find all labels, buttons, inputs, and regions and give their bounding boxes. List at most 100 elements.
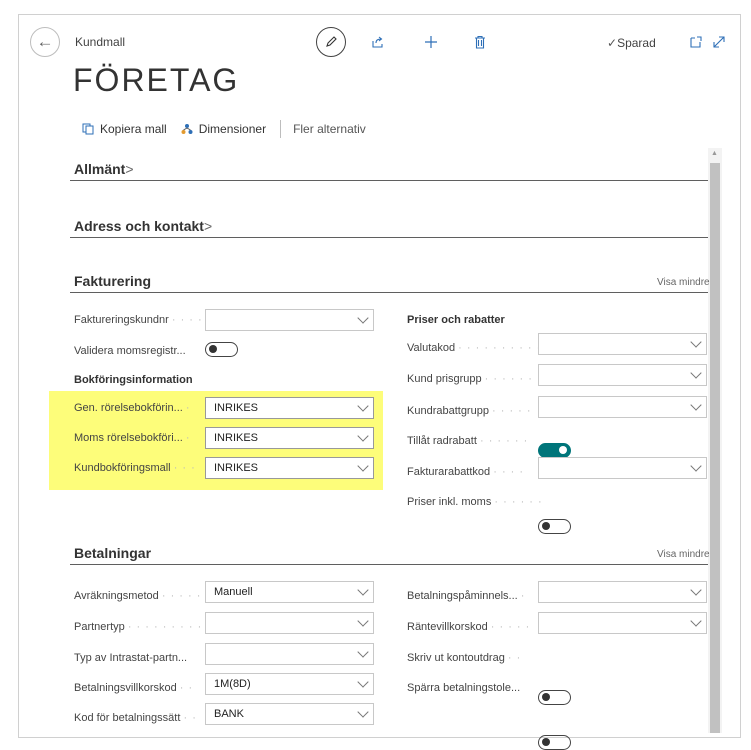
toggle-knob bbox=[542, 738, 550, 746]
pencil-icon bbox=[326, 36, 337, 47]
scrollbar-thumb[interactable] bbox=[710, 163, 720, 733]
allow-line-disc-toggle[interactable] bbox=[538, 443, 571, 458]
plus-icon bbox=[425, 36, 437, 48]
field-label: Valutakod · · · · · · · · · · bbox=[407, 342, 542, 354]
check-icon: ✓ bbox=[607, 36, 618, 50]
select-value: BANK bbox=[214, 708, 244, 720]
show-less-link[interactable]: Visa mindre bbox=[657, 277, 710, 288]
prices-discounts-heading: Priser och rabatter bbox=[407, 314, 505, 326]
chevron-down-icon bbox=[690, 584, 702, 596]
section-address-label: Adress och kontakt bbox=[74, 218, 204, 234]
edit-button[interactable] bbox=[316, 27, 346, 57]
chevron-down-icon bbox=[690, 399, 702, 411]
field-label: Fakturarabattkod · · · · bbox=[407, 466, 525, 478]
more-options-action[interactable]: Fler alternativ bbox=[293, 122, 366, 136]
validate-vat-toggle[interactable] bbox=[205, 342, 238, 357]
dimensions-action[interactable]: Dimensioner bbox=[181, 122, 266, 136]
chevron-down-icon bbox=[357, 312, 369, 324]
select-value: 1M(8D) bbox=[214, 678, 251, 690]
intrastat-partner-type-select[interactable] bbox=[205, 643, 374, 665]
action-separator bbox=[280, 120, 282, 138]
payment-terms-select[interactable]: 1M(8D) bbox=[205, 673, 374, 695]
field-label: Räntevillkorskod · · · · · bbox=[407, 621, 531, 633]
currency-code-select[interactable] bbox=[538, 333, 707, 355]
print-statements-toggle[interactable] bbox=[538, 690, 571, 705]
open-in-new-icon bbox=[690, 36, 702, 48]
copy-icon bbox=[82, 123, 94, 135]
section-invoicing[interactable]: Fakturering bbox=[74, 273, 151, 289]
section-address[interactable]: Adress och kontakt> bbox=[74, 218, 212, 234]
field-label: Tillåt radrabatt · · · · · · bbox=[407, 435, 529, 447]
open-new-window-button[interactable] bbox=[685, 31, 707, 53]
field-label: Faktureringskundnr · · · · bbox=[74, 314, 203, 326]
section-general[interactable]: Allmänt> bbox=[74, 161, 134, 177]
arrow-left-icon: ← bbox=[36, 32, 54, 51]
copy-template-action[interactable]: Kopiera mall bbox=[82, 122, 167, 136]
share-icon bbox=[372, 36, 383, 48]
field-label: Spärra betalningstole... bbox=[407, 682, 521, 694]
chevron-right-icon: > bbox=[203, 218, 213, 234]
chevron-down-icon bbox=[357, 400, 369, 412]
billing-customer-no-select[interactable] bbox=[205, 309, 374, 331]
expand-button[interactable] bbox=[708, 31, 730, 53]
dimensions-label: Dimensioner bbox=[198, 122, 267, 136]
field-label: Gen. rörelsebokförin... · bbox=[74, 402, 191, 414]
back-button[interactable]: ← bbox=[30, 27, 60, 57]
field-label: Skriv ut kontoutdrag · · bbox=[407, 652, 522, 664]
field-label: Typ av Intrastat-partn... bbox=[74, 652, 188, 664]
chevron-down-icon bbox=[357, 584, 369, 596]
new-button[interactable] bbox=[420, 31, 442, 53]
vat-bus-posting-select[interactable]: INRIKES bbox=[205, 427, 374, 449]
invoice-disc-code-select[interactable] bbox=[538, 457, 707, 479]
customer-price-group-select[interactable] bbox=[538, 364, 707, 386]
toggle-knob bbox=[559, 446, 567, 454]
partner-type-select[interactable] bbox=[205, 612, 374, 634]
breadcrumb: Kundmall bbox=[75, 35, 126, 49]
toggle-knob bbox=[542, 693, 550, 701]
field-label: Partnertyp · · · · · · · · · · bbox=[74, 621, 211, 633]
field-label: Kund prisgrupp · · · · · · bbox=[407, 373, 533, 385]
section-general-label: Allmänt bbox=[74, 161, 126, 177]
field-label: Avräkningsmetod · · · · · bbox=[74, 590, 202, 602]
chevron-down-icon bbox=[357, 676, 369, 688]
chevron-down-icon bbox=[357, 646, 369, 658]
prices-incl-vat-toggle[interactable] bbox=[538, 519, 571, 534]
section-divider bbox=[70, 237, 708, 238]
chevron-right-icon: > bbox=[125, 161, 134, 177]
section-divider bbox=[70, 292, 708, 293]
chevron-down-icon bbox=[690, 336, 702, 348]
block-payment-tolerance-toggle[interactable] bbox=[538, 735, 571, 750]
saved-status: ✓Sparad bbox=[607, 36, 656, 50]
field-label: Kundrabattgrupp · · · · · bbox=[407, 405, 532, 417]
reminder-terms-select[interactable] bbox=[538, 581, 707, 603]
select-value: INRIKES bbox=[214, 462, 259, 474]
trash-icon bbox=[475, 35, 485, 49]
field-label: Betalningspåminnels... · bbox=[407, 590, 526, 602]
field-label: Kod för betalningssätt · · bbox=[74, 712, 197, 724]
select-value: INRIKES bbox=[214, 432, 259, 444]
section-divider bbox=[70, 180, 708, 181]
chevron-down-icon bbox=[357, 615, 369, 627]
chevron-down-icon bbox=[690, 460, 702, 472]
application-method-select[interactable]: Manuell bbox=[205, 581, 374, 603]
chevron-down-icon bbox=[357, 460, 369, 472]
field-label: Moms rörelsebokföri... · bbox=[74, 432, 191, 444]
delete-button[interactable] bbox=[469, 31, 491, 53]
gen-bus-posting-select[interactable]: INRIKES bbox=[205, 397, 374, 419]
scroll-up-icon[interactable]: ▲ bbox=[711, 150, 718, 157]
payment-method-select[interactable]: BANK bbox=[205, 703, 374, 725]
copy-template-label: Kopiera mall bbox=[100, 122, 167, 136]
customer-posting-select[interactable]: INRIKES bbox=[205, 457, 374, 479]
expand-icon bbox=[713, 36, 725, 48]
customer-disc-group-select[interactable] bbox=[538, 396, 707, 418]
chevron-down-icon bbox=[357, 430, 369, 442]
select-value: INRIKES bbox=[214, 402, 259, 414]
toggle-knob bbox=[209, 345, 217, 353]
section-divider bbox=[70, 564, 708, 565]
section-payments[interactable]: Betalningar bbox=[74, 545, 151, 561]
field-label: Priser inkl. moms · · · · · · bbox=[407, 496, 543, 508]
dimensions-icon bbox=[181, 124, 193, 134]
fin-charge-terms-select[interactable] bbox=[538, 612, 707, 634]
share-button[interactable] bbox=[367, 31, 389, 53]
show-less-link[interactable]: Visa mindre bbox=[657, 549, 710, 560]
